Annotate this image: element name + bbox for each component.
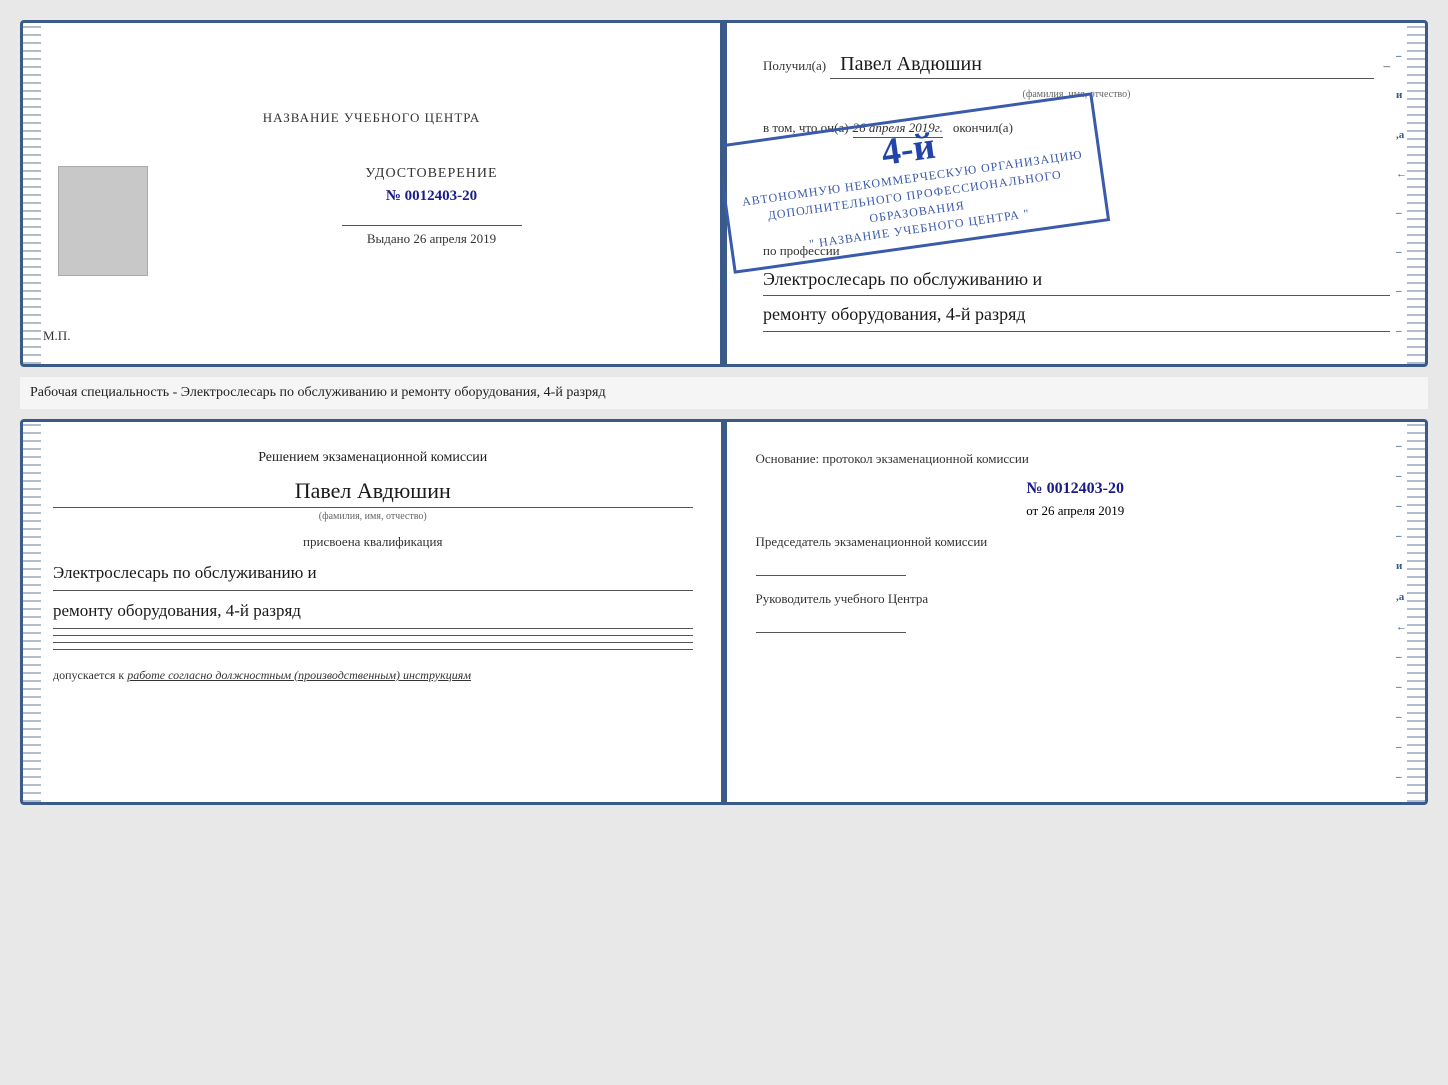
- dash1: –: [1384, 58, 1391, 74]
- profession-line1-wrap: Электрослесарь по обслуживанию и: [763, 263, 1390, 296]
- poluchil-label: Получил(а): [763, 58, 826, 74]
- udostoverenie-number: № 0012403-20: [178, 188, 685, 205]
- chairman-block: Председатель экзаменационной комиссии Ру…: [756, 534, 1396, 633]
- bottom-diploma-book: Решением экзаменационной комиссии Павел …: [20, 419, 1428, 805]
- sign-line-1: [53, 635, 693, 636]
- vtom-row: в том, что он(а) 26 апреля 2019г. окончи…: [763, 120, 1390, 138]
- ot-label: от: [1026, 503, 1038, 518]
- profession-block: по профессии Электрослесарь по обслужива…: [763, 243, 1390, 332]
- poluchil-row: Получил(а) Павел Авдюшин –: [763, 53, 1390, 79]
- stamp-space: [763, 148, 1390, 228]
- kvali-line2-wrap: ремонту оборудования, 4-й разряд: [53, 594, 693, 629]
- page-wrapper: НАЗВАНИЕ УЧЕБНОГО ЦЕНТРА УДОСТОВЕРЕНИЕ №…: [20, 20, 1428, 805]
- dopuskaetsya-text: работе согласно должностным (производств…: [127, 668, 471, 682]
- sign-line-3: [53, 649, 693, 650]
- kvali-profession-line1: Электрослесарь по обслуживанию и: [53, 563, 317, 582]
- photo-placeholder: [58, 166, 148, 276]
- protocol-number: № 0012403-20: [756, 480, 1396, 498]
- ot-date: от 26 апреля 2019: [756, 503, 1396, 519]
- fio-small-bottom: (фамилия, имя, отчество): [53, 511, 693, 522]
- side-marks-right-top: – и ,а ← – – – –: [1396, 23, 1407, 364]
- udostoverenie-title: УДОСТОВЕРЕНИЕ: [178, 166, 685, 182]
- mp-label: М.П.: [43, 328, 70, 344]
- chairman-label: Председатель экзаменационной комиссии: [756, 534, 1396, 550]
- po-professii-label: по профессии: [763, 243, 1390, 259]
- vydano-text: Выдано 26 апреля 2019: [178, 231, 685, 247]
- left-content-block: УДОСТОВЕРЕНИЕ № 0012403-20 Выдано 26 апр…: [58, 166, 685, 276]
- profession-line2-wrap: ремонту оборудования, 4-й разряд: [763, 298, 1390, 331]
- top-left-page: НАЗВАНИЕ УЧЕБНОГО ЦЕНТРА УДОСТОВЕРЕНИЕ №…: [23, 23, 723, 364]
- bottom-name: Павел Авдюшин: [53, 478, 693, 508]
- signature-line-left: [342, 225, 522, 226]
- chairman-sign-line: [756, 575, 906, 576]
- kvali-line1-wrap: Электрослесарь по обслуживанию и: [53, 556, 693, 591]
- bottom-left-page: Решением экзаменационной комиссии Павел …: [23, 422, 726, 802]
- left-text-block: УДОСТОВЕРЕНИЕ № 0012403-20 Выдано 26 апр…: [178, 166, 685, 247]
- top-diploma-book: НАЗВАНИЕ УЧЕБНОГО ЦЕНТРА УДОСТОВЕРЕНИЕ №…: [20, 20, 1428, 367]
- rukovoditel-sign-line: [756, 632, 906, 633]
- recipient-name: Павел Авдюшин: [830, 53, 1373, 79]
- dopuskaetsya-label: допускается к: [53, 668, 124, 682]
- fio-small-top: (фамилия, имя, отчество): [763, 89, 1390, 100]
- dopuskaetsya-block: допускается к работе согласно должностны…: [53, 668, 693, 683]
- vtom-label: в том, что он(а): [763, 120, 849, 136]
- ot-date-value: 26 апреля 2019: [1041, 503, 1124, 518]
- komissia-title: Решением экзаменационной комиссии: [53, 447, 693, 468]
- osnovaniye-text: Основание: протокол экзаменационной коми…: [756, 447, 1396, 470]
- sign-line-2: [53, 642, 693, 643]
- side-marks-right-bottom: – – – – и ,а ← – – – – –: [1396, 422, 1407, 802]
- bottom-right-page: Основание: протокол экзаменационной коми…: [726, 422, 1426, 802]
- top-right-page: 4-й АВТОНОМНУЮ НЕКОММЕРЧЕСКУЮ ОРГАНИЗАЦИ…: [723, 23, 1425, 364]
- profession-line2: ремонту оборудования, 4-й разряд: [763, 304, 1026, 324]
- okonchil-label: окончил(а): [953, 120, 1013, 136]
- middle-text: Рабочая специальность - Электрослесарь п…: [20, 377, 1428, 409]
- kvali-profession-line2: ремонту оборудования, 4-й разряд: [53, 601, 301, 620]
- profession-line1: Электрослесарь по обслуживанию и: [763, 269, 1042, 289]
- rukovoditel-label: Руководитель учебного Центра: [756, 591, 1396, 607]
- training-center-title: НАЗВАНИЕ УЧЕБНОГО ЦЕНТРА: [263, 110, 480, 126]
- kvali-label: присвоена квалификация: [53, 534, 693, 550]
- vtom-date: 26 апреля 2019г.: [853, 120, 943, 138]
